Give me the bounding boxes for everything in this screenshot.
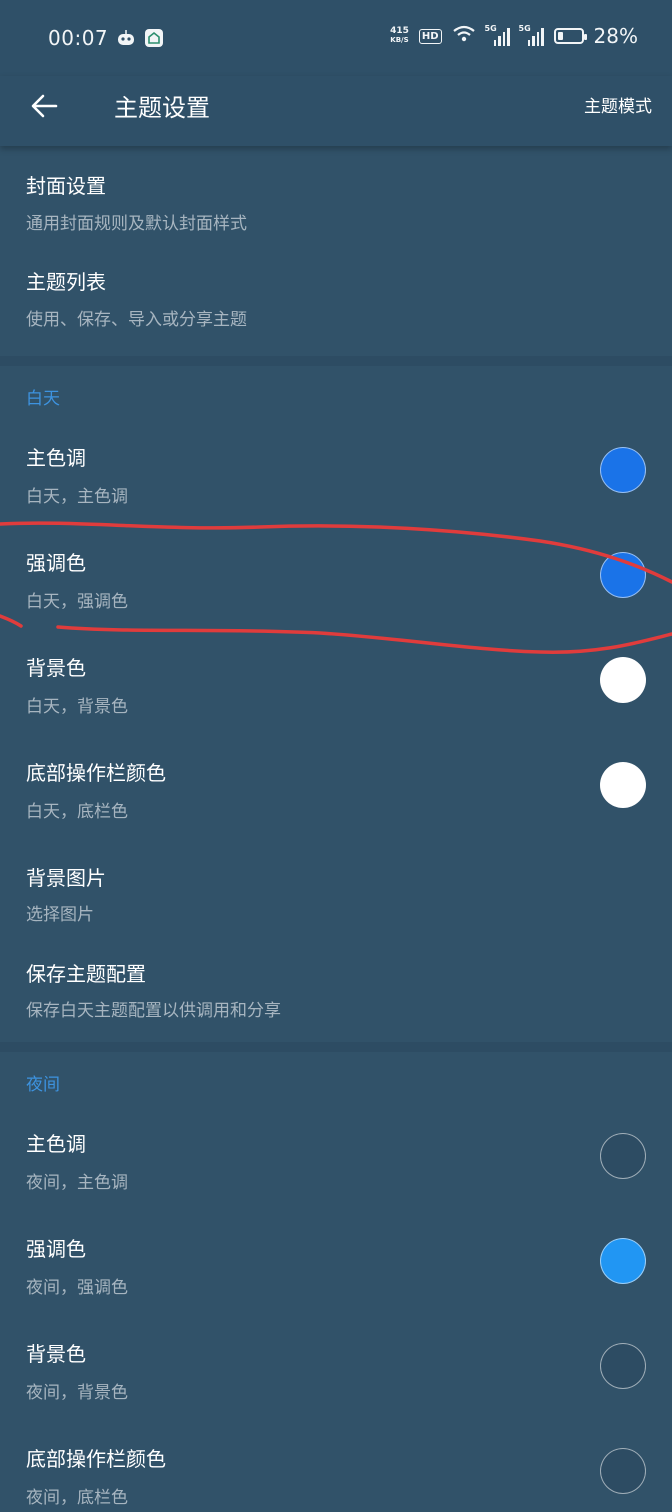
- night-section-header: 夜间: [26, 1075, 60, 1095]
- item-subtitle: 通用封面规则及默认封面样式: [26, 214, 247, 234]
- wifi-icon: [452, 24, 476, 48]
- status-time: 00:07: [48, 26, 109, 50]
- item-title: 底部操作栏颜色: [26, 761, 166, 785]
- hd-voice-icon: HD: [418, 28, 442, 44]
- day-section-header: 白天: [26, 389, 60, 409]
- color-swatch[interactable]: [600, 1238, 646, 1284]
- store-app-icon: [144, 28, 164, 48]
- network-speed-value: 415: [390, 26, 409, 36]
- section-gap: [0, 356, 672, 366]
- settings-list: 封面设置 通用封面规则及默认封面样式 主题列表 使用、保存、导入或分享主题 白天…: [0, 146, 672, 1512]
- status-bar: 00:07 415 KB/S HD 5G 5G 28%: [0, 0, 672, 76]
- cellular-signal-icon-1: 5G: [484, 24, 510, 46]
- signal-label-2: 5G: [518, 24, 531, 33]
- item-title: 强调色: [26, 1237, 86, 1261]
- item-title: 底部操作栏颜色: [26, 1447, 166, 1471]
- day-background-color-item[interactable]: 背景色 白天，背景色: [0, 636, 672, 741]
- item-subtitle: 夜间，背景色: [26, 1383, 128, 1403]
- item-subtitle: 使用、保存、导入或分享主题: [26, 310, 247, 330]
- item-title: 封面设置: [26, 174, 106, 198]
- color-swatch[interactable]: [600, 1133, 646, 1179]
- item-title: 背景色: [26, 656, 86, 680]
- item-title: 背景图片: [26, 866, 106, 890]
- general-section: 封面设置 通用封面规则及默认封面样式 主题列表 使用、保存、导入或分享主题: [0, 146, 672, 356]
- item-subtitle: 夜间，底栏色: [26, 1488, 128, 1508]
- item-subtitle: 白天，强调色: [26, 592, 128, 612]
- back-arrow-icon[interactable]: [26, 86, 66, 126]
- item-title: 强调色: [26, 551, 86, 575]
- color-swatch[interactable]: [600, 447, 646, 493]
- day-background-image-item[interactable]: 背景图片 选择图片: [0, 846, 672, 942]
- battery-icon: [553, 28, 587, 44]
- day-bottom-bar-color-item[interactable]: 底部操作栏颜色 白天，底栏色: [0, 741, 672, 846]
- cellular-signal-icon-2: 5G: [518, 24, 544, 46]
- network-speed-unit: KB/S: [390, 36, 409, 44]
- night-background-color-item[interactable]: 背景色 夜间，背景色: [0, 1322, 672, 1427]
- network-speed: 415 KB/S: [390, 27, 409, 45]
- day-section: 白天 主色调 白天，主色调 强调色 白天，强调色 背景色 白天，背景色 底部操作…: [0, 366, 672, 1042]
- item-subtitle: 选择图片: [26, 905, 94, 925]
- battery-percent: 28%: [593, 24, 638, 48]
- item-title: 保存主题配置: [26, 962, 146, 986]
- page-title: 主题设置: [114, 94, 210, 122]
- item-subtitle: 白天，主色调: [26, 487, 128, 507]
- color-swatch[interactable]: [600, 762, 646, 808]
- item-subtitle: 保存白天主题配置以供调用和分享: [26, 1001, 281, 1021]
- day-primary-color-item[interactable]: 主色调 白天，主色调: [0, 426, 672, 531]
- night-bottom-bar-color-item[interactable]: 底部操作栏颜色 夜间，底栏色: [0, 1427, 672, 1512]
- item-title: 背景色: [26, 1342, 86, 1366]
- item-title: 主色调: [26, 446, 86, 470]
- theme-list-item[interactable]: 主题列表 使用、保存、导入或分享主题: [0, 242, 672, 338]
- robot-app-icon: [116, 28, 136, 48]
- night-section: 夜间 主色调 夜间，主色调 强调色 夜间，强调色 背景色 夜间，背景色 底部操作…: [0, 1052, 672, 1512]
- item-subtitle: 白天，底栏色: [26, 802, 128, 822]
- theme-mode-button[interactable]: 主题模式: [584, 92, 652, 117]
- color-swatch[interactable]: [600, 657, 646, 703]
- signal-label-1: 5G: [484, 24, 497, 33]
- color-swatch[interactable]: [600, 552, 646, 598]
- app-bar: 主题设置 主题模式: [0, 76, 672, 146]
- color-swatch[interactable]: [600, 1343, 646, 1389]
- night-accent-color-item[interactable]: 强调色 夜间，强调色: [0, 1217, 672, 1322]
- color-swatch[interactable]: [600, 1448, 646, 1494]
- day-accent-color-item[interactable]: 强调色 白天，强调色: [0, 531, 672, 636]
- item-title: 主色调: [26, 1132, 86, 1156]
- item-subtitle: 夜间，强调色: [26, 1278, 128, 1298]
- section-gap: [0, 1042, 672, 1052]
- cover-settings-item[interactable]: 封面设置 通用封面规则及默认封面样式: [0, 146, 672, 242]
- day-save-theme-item[interactable]: 保存主题配置 保存白天主题配置以供调用和分享: [0, 942, 672, 1042]
- item-title: 主题列表: [26, 270, 106, 294]
- item-subtitle: 夜间，主色调: [26, 1173, 128, 1193]
- item-subtitle: 白天，背景色: [26, 697, 128, 717]
- night-primary-color-item[interactable]: 主色调 夜间，主色调: [0, 1112, 672, 1217]
